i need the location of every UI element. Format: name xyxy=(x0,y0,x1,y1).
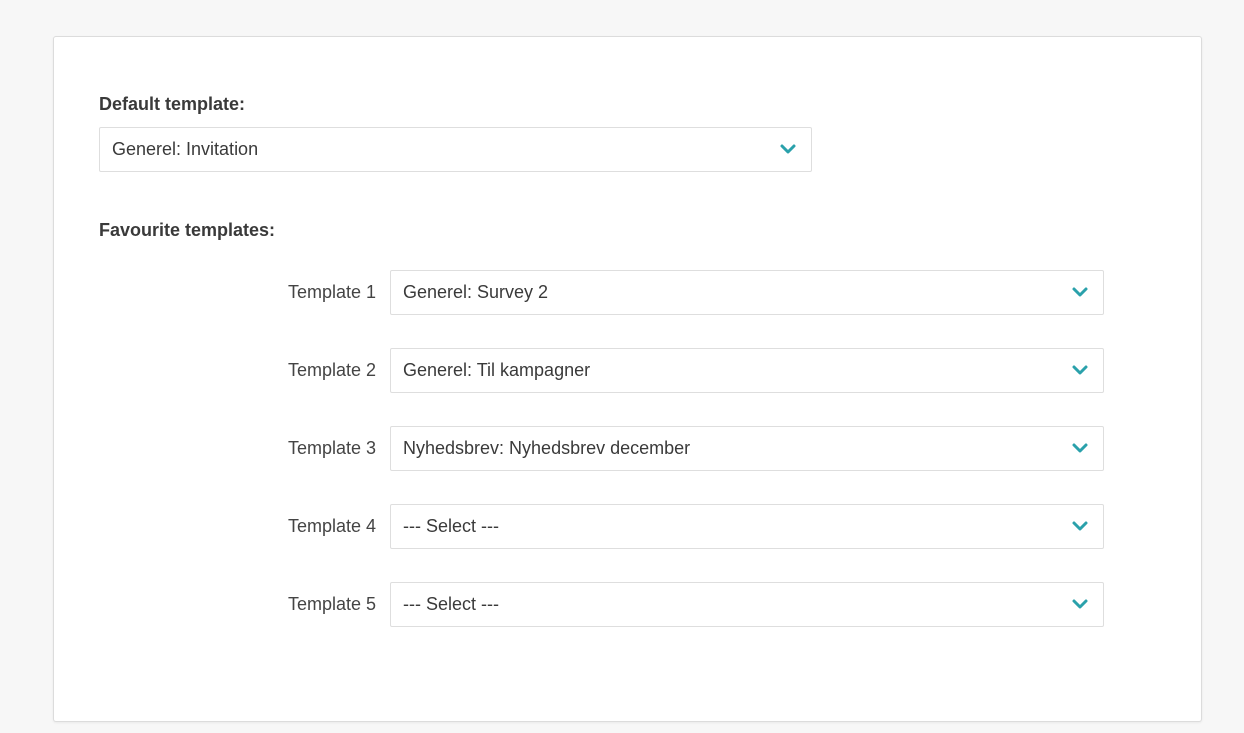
template-2-label: Template 2 xyxy=(287,360,376,380)
template-5-select[interactable]: --- Select --- xyxy=(390,582,1104,627)
chevron-down-icon xyxy=(1071,285,1089,299)
template-1-label: Template 1 xyxy=(287,282,376,302)
default-template-heading: Default template: xyxy=(99,94,246,114)
template-2-value: Generel: Til kampagner xyxy=(403,360,591,380)
template-settings-panel: Default template: Generel: Invitation Fa… xyxy=(53,36,1202,722)
template-3-label: Template 3 xyxy=(287,438,376,458)
template-1-select[interactable]: Generel: Survey 2 xyxy=(390,270,1104,315)
chevron-down-icon xyxy=(1071,363,1089,377)
chevron-down-icon xyxy=(1071,597,1089,611)
template-3-value: Nyhedsbrev: Nyhedsbrev december xyxy=(403,438,691,458)
chevron-down-icon xyxy=(779,142,797,156)
template-5-label: Template 5 xyxy=(287,594,376,614)
chevron-down-icon xyxy=(1071,519,1089,533)
template-5-value: --- Select --- xyxy=(403,594,499,614)
template-4-label: Template 4 xyxy=(287,516,376,536)
default-template-value: Generel: Invitation xyxy=(112,139,259,159)
default-template-select[interactable]: Generel: Invitation xyxy=(99,127,812,172)
template-4-select[interactable]: --- Select --- xyxy=(390,504,1104,549)
favourite-templates-heading: Favourite templates: xyxy=(99,220,276,240)
template-4-value: --- Select --- xyxy=(403,516,499,536)
chevron-down-icon xyxy=(1071,441,1089,455)
template-2-select[interactable]: Generel: Til kampagner xyxy=(390,348,1104,393)
template-1-value: Generel: Survey 2 xyxy=(403,282,549,302)
template-3-select[interactable]: Nyhedsbrev: Nyhedsbrev december xyxy=(390,426,1104,471)
